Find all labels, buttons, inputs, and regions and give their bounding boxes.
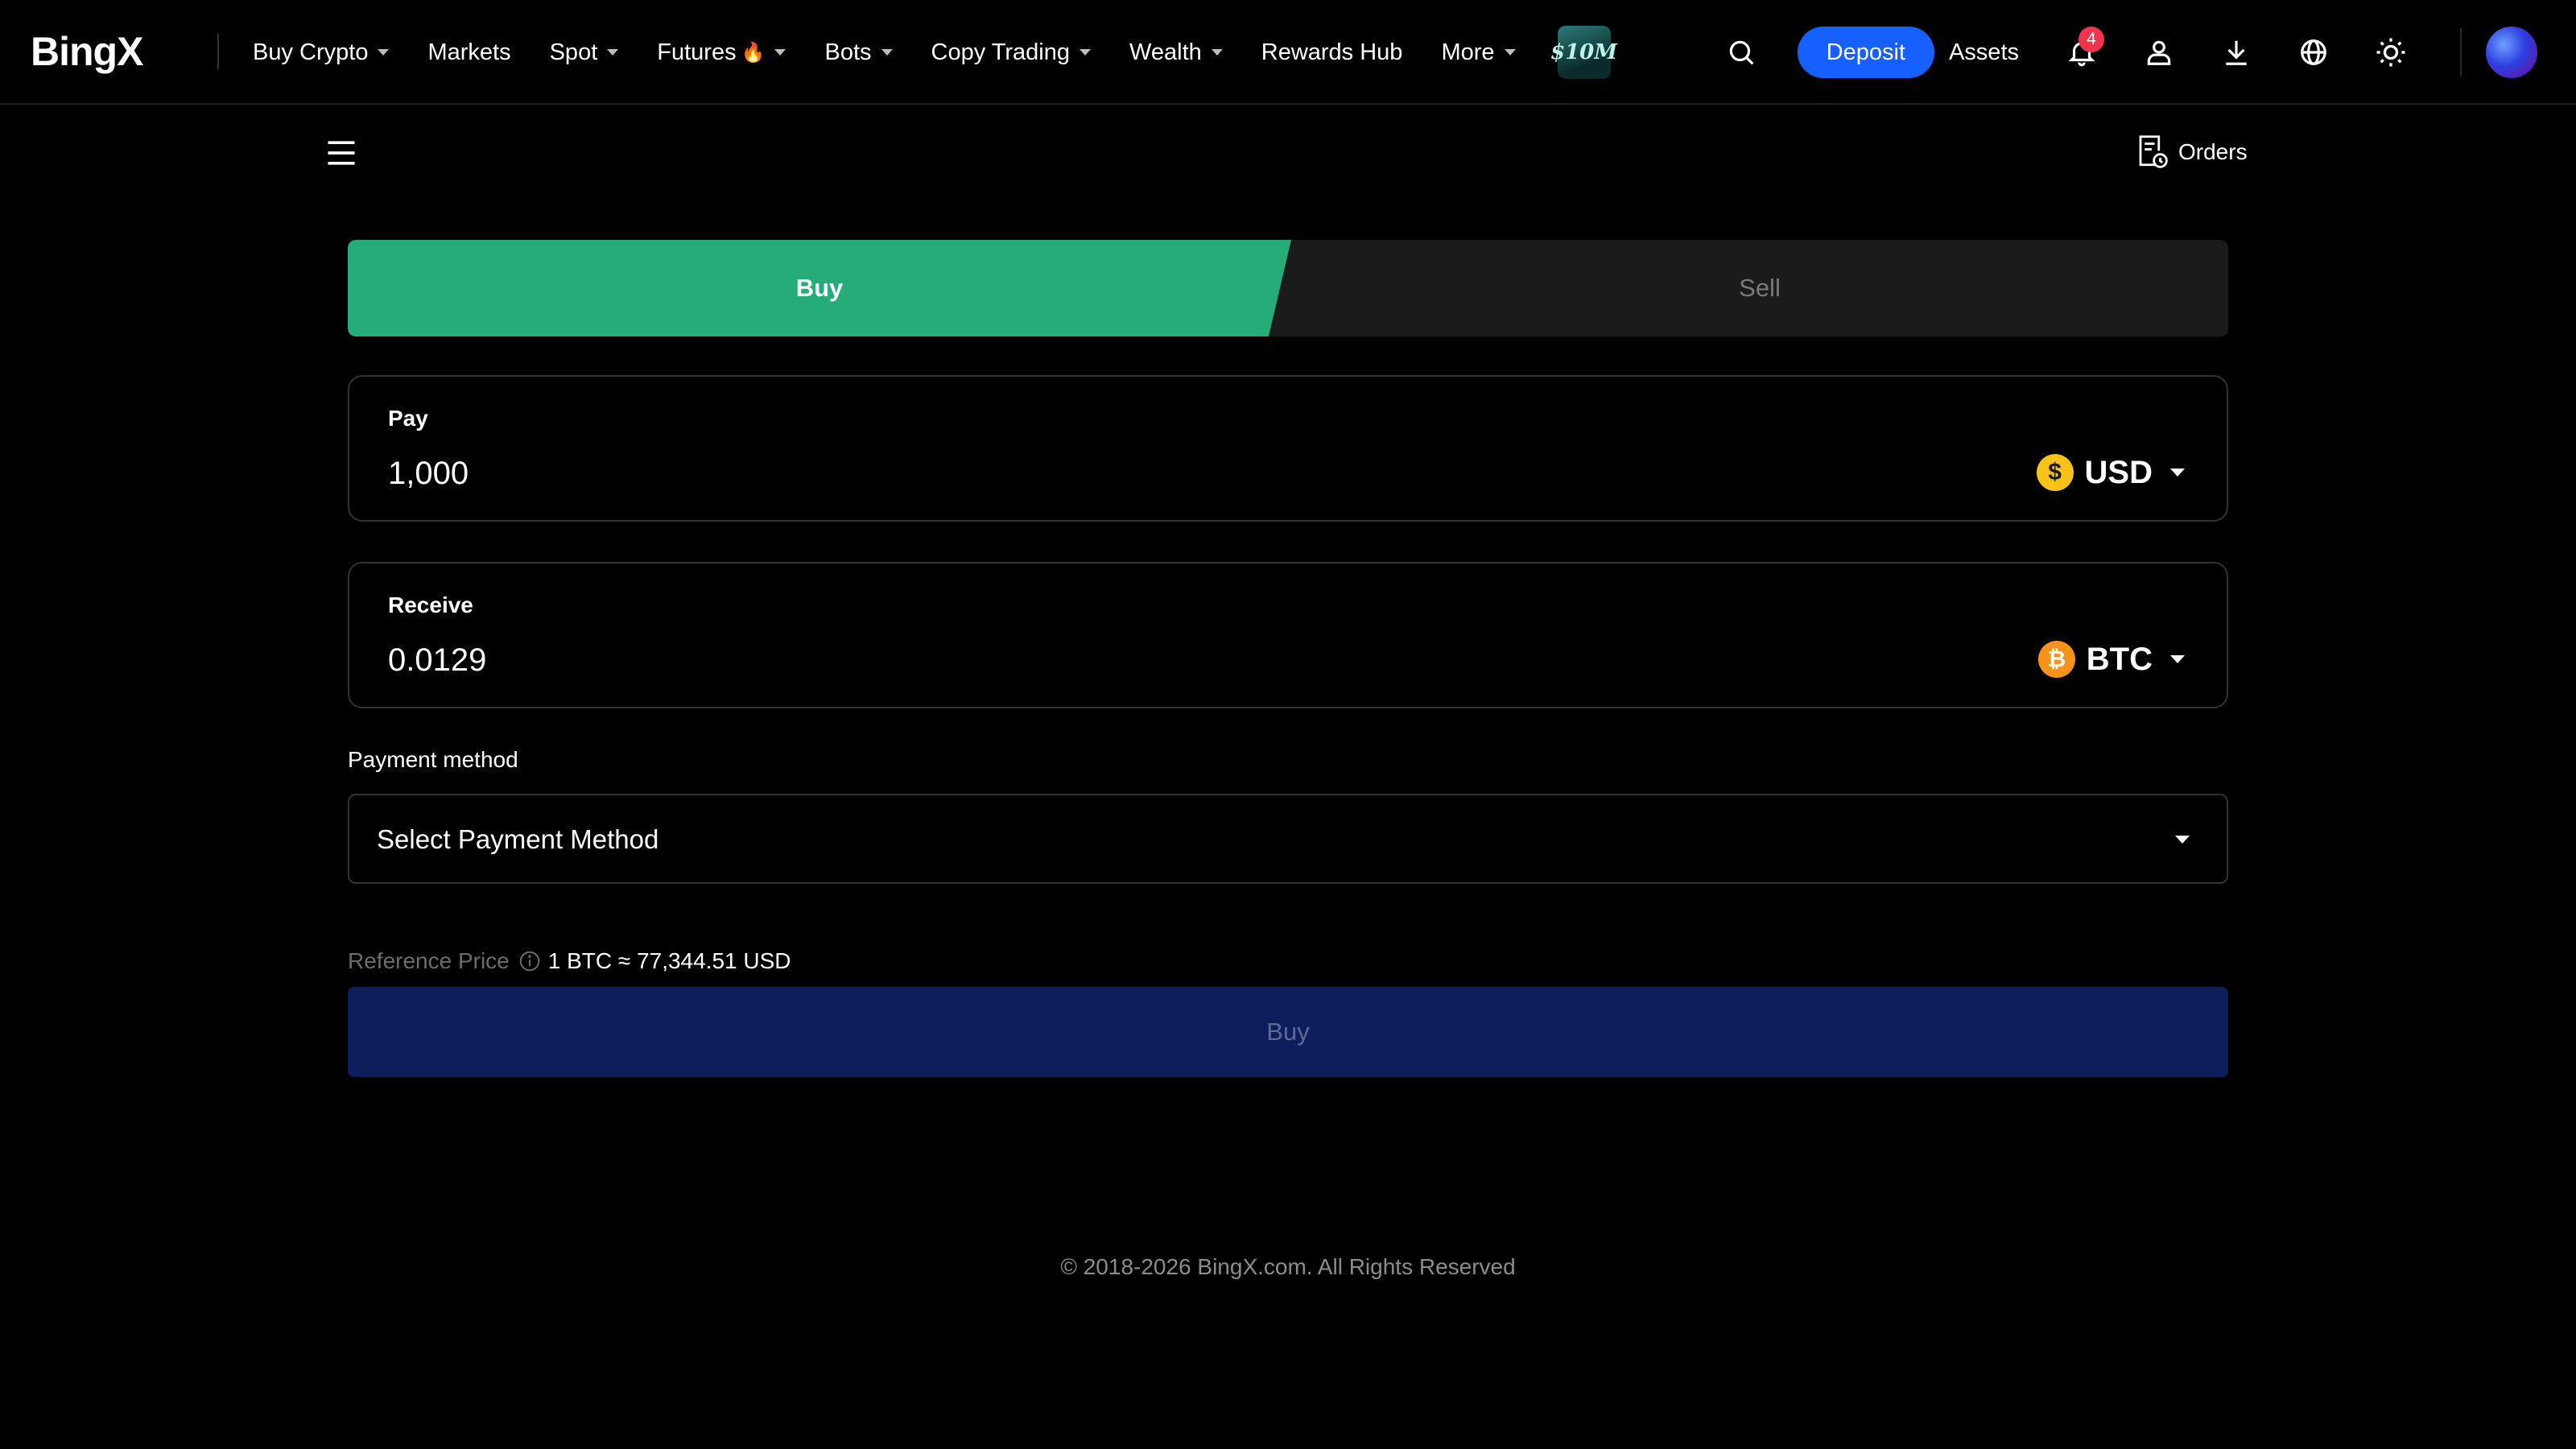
receive-label: Receive (388, 592, 473, 617)
buy-submit-button[interactable]: Buy (348, 987, 2228, 1077)
pay-currency-code: USD (2084, 454, 2153, 490)
nav-bots-label: Bots (824, 39, 872, 65)
nav-bots[interactable]: Bots (824, 28, 893, 76)
nav-more-label: More (1441, 39, 1495, 65)
search-icon (1729, 40, 1754, 65)
orders-link[interactable]: Orders (2135, 132, 2248, 172)
assets-link[interactable]: Assets (1949, 39, 2019, 66)
reference-price-value: 1 BTC ≈ 77,344.51 USD (547, 948, 791, 973)
receive-currency-code: BTC (2086, 641, 2153, 677)
language-button[interactable] (2275, 14, 2352, 91)
user-icon (2147, 40, 2171, 65)
nav-wealth-label: Wealth (1129, 39, 1202, 65)
sun-icon (2376, 38, 2405, 67)
footer-copyright: © 2018-2026 BingX.com. All Rights Reserv… (1060, 1254, 1516, 1279)
chevron-down-icon (2170, 655, 2185, 663)
nav-markets[interactable]: Markets (427, 28, 510, 76)
theme-toggle-button[interactable] (2352, 14, 2429, 91)
pay-label: Pay (388, 406, 428, 431)
bingx-logo[interactable]: BingX (31, 31, 159, 72)
globe-icon (2301, 39, 2326, 65)
payment-method-label: Payment method (348, 747, 518, 772)
payment-method-select[interactable]: Select Payment Method (348, 794, 2228, 884)
chevron-down-icon (607, 49, 619, 56)
nav-copy-trading[interactable]: Copy Trading (931, 28, 1092, 76)
main-nav: Buy Crypto Markets Spot Futures 🔥 Bots C… (253, 0, 1617, 105)
notifications-button[interactable]: 4 (2043, 14, 2120, 91)
pay-currency-selector[interactable]: $ USD (2036, 451, 2185, 494)
hamburger-menu-icon[interactable] (324, 135, 359, 171)
nav-buy-crypto-label: Buy Crypto (253, 39, 369, 65)
chevron-down-icon (378, 49, 390, 56)
download-button[interactable] (2198, 14, 2275, 91)
nav-futures-label: Futures (657, 39, 737, 65)
chevron-down-icon (2170, 469, 2185, 477)
nav-buy-crypto[interactable]: Buy Crypto (253, 28, 390, 76)
receive-currency-selector[interactable]: ₿ BTC (2037, 638, 2185, 681)
nav-rewards-hub-label: Rewards Hub (1261, 39, 1403, 65)
chevron-down-icon (1080, 49, 1092, 56)
usd-coin-icon: $ (2036, 454, 2074, 491)
header-actions: Deposit Assets 4 (1703, 0, 2576, 105)
fire-icon: 🔥 (741, 41, 766, 64)
download-icon (2226, 40, 2247, 65)
payment-method-placeholder: Select Payment Method (377, 824, 659, 854)
account-button[interactable] (2120, 14, 2198, 91)
nav-wealth[interactable]: Wealth (1129, 28, 1223, 76)
tab-buy[interactable]: Buy (348, 240, 1291, 336)
promo-10m-badge[interactable]: $10M (1550, 26, 1617, 79)
notification-count-badge: 4 (2079, 27, 2104, 52)
nav-spot[interactable]: Spot (550, 28, 619, 76)
deposit-button[interactable]: Deposit (1797, 27, 1934, 78)
chevron-down-icon (2175, 836, 2190, 844)
chevron-down-icon (1211, 49, 1223, 56)
logo-divider (217, 34, 219, 69)
info-icon[interactable] (518, 949, 542, 973)
chevron-down-icon (774, 49, 786, 56)
receive-amount-input[interactable]: 0.0129 (388, 642, 486, 679)
search-button[interactable] (1703, 14, 1780, 91)
pay-field: Pay 1,000 $ USD (348, 375, 2228, 522)
avatar[interactable] (2486, 27, 2537, 78)
nav-spot-label: Spot (549, 39, 598, 65)
orders-label: Orders (2178, 139, 2248, 164)
nav-copy-trading-label: Copy Trading (931, 39, 1071, 65)
top-navigation-bar: BingX Buy Crypto Markets Spot Futures 🔥 … (0, 0, 2576, 105)
tab-sell[interactable]: Sell (1291, 240, 2228, 336)
reference-price-label: Reference Price (348, 948, 510, 973)
nav-more[interactable]: More (1441, 28, 1516, 76)
pay-amount-input[interactable]: 1,000 (388, 456, 469, 492)
chevron-down-icon (881, 49, 893, 56)
orders-icon (2139, 135, 2168, 168)
btc-coin-icon: ₿ (2037, 641, 2075, 678)
buy-sell-tabs: Buy Sell (348, 240, 2228, 336)
nav-futures[interactable]: Futures 🔥 (657, 28, 786, 76)
header-divider (2460, 28, 2462, 76)
nav-rewards-hub[interactable]: Rewards Hub (1261, 28, 1403, 76)
nav-markets-label: Markets (427, 39, 511, 65)
reference-price: Reference Price 1 BTC ≈ 77,344.51 USD (348, 945, 791, 977)
chevron-down-icon (1504, 49, 1516, 56)
receive-field: Receive 0.0129 ₿ BTC (348, 562, 2228, 708)
